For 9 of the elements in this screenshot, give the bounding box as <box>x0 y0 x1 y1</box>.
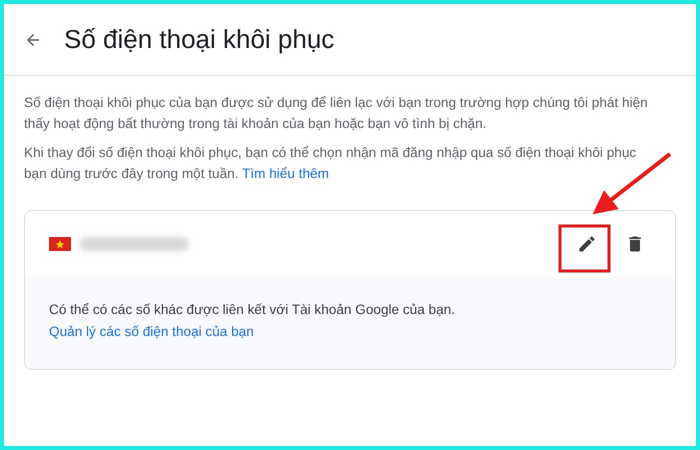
learn-more-link[interactable]: Tìm hiểu thêm <box>242 166 329 181</box>
description-paragraph: Khi thay đổi số điện thoại khôi phục, bạn có thể chọn nhận mã đăng nhập qua số điện thoại khôi phục bạn dùng trước đây trong một tuần. Tìm hiểu thêm <box>24 144 638 183</box>
linked-numbers-note: Có thể có các số khác được liên kết với Tài khoản Google của bạn. Quản lý các số điện thoại của bạn <box>49 301 456 341</box>
manage-numbers-link[interactable]: Quản lý các số điện thoại của bạn <box>49 324 254 339</box>
pencil-icon <box>577 234 597 254</box>
page-title: Số điện thoại khôi phục <box>64 24 334 55</box>
highlight-box <box>558 224 610 272</box>
vietnam-flag-icon <box>49 237 71 251</box>
description-paragraph: Số điện thoại khôi phục của bạn được sử dụng để liên lạc với bạn trong trường hợp chúng tôi phát hiện thấy hoạt động bất thường trong tài khoản của bạn hoặc bạn vô tình bị chặn. <box>24 94 649 133</box>
